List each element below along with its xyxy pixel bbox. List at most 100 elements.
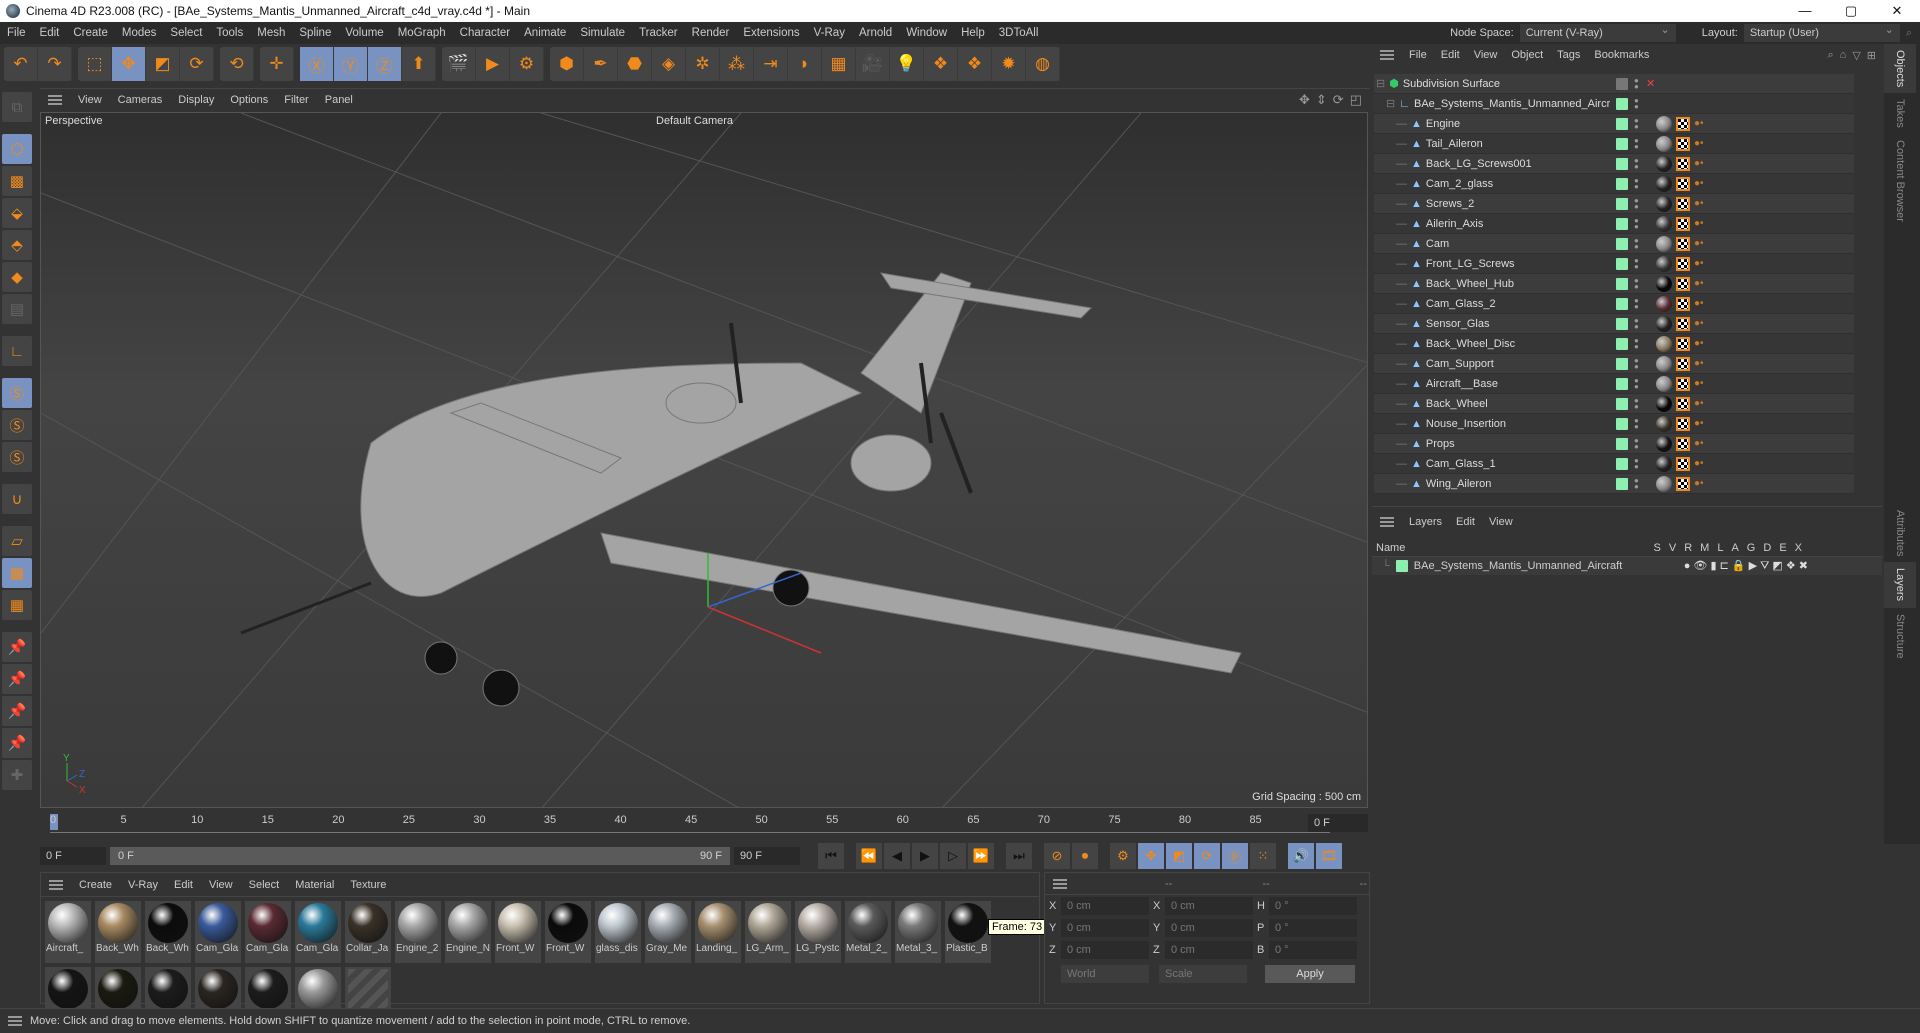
vray-tag-icon[interactable]: ●•: [1694, 138, 1704, 149]
material-tag-icon[interactable]: [1656, 135, 1672, 152]
visibility-dots[interactable]: ● ●: [1634, 96, 1640, 110]
play-icon[interactable]: ▶: [912, 843, 938, 869]
material-tag-icon[interactable]: [1656, 375, 1672, 392]
visibility-dots[interactable]: ● ●: [1634, 76, 1640, 90]
apply-button[interactable]: Apply: [1265, 965, 1355, 983]
size-field[interactable]: 0 cm: [1165, 897, 1253, 915]
points-mode-icon[interactable]: ⬙: [2, 198, 32, 228]
uvw-tag-icon[interactable]: [1676, 336, 1690, 351]
side-tab-attributes[interactable]: Attributes: [1884, 504, 1916, 562]
material-swatch[interactable]: Engine_2: [395, 901, 441, 963]
vray-tag-icon[interactable]: ●•: [1694, 398, 1704, 409]
material-swatch[interactable]: Cam_Gla: [295, 901, 341, 963]
next-key-icon[interactable]: ⏩: [968, 843, 994, 869]
material-tag-icon[interactable]: [1656, 435, 1672, 452]
visibility-dots[interactable]: ● ●: [1634, 296, 1640, 310]
material-swatch[interactable]: Back_Wh: [145, 901, 191, 963]
object-menu-edit[interactable]: Edit: [1434, 49, 1467, 61]
rotation-field[interactable]: 0 °: [1269, 897, 1357, 915]
pin-r-icon[interactable]: 📌: [2, 696, 32, 726]
size-field[interactable]: 0 cm: [1165, 919, 1253, 937]
coordinates-menu-icon[interactable]: [1053, 878, 1067, 889]
layer-color-square[interactable]: [1616, 237, 1628, 250]
material-tag-icon[interactable]: [1656, 355, 1672, 372]
zoom-view-icon[interactable]: ⇕: [1316, 92, 1327, 108]
python2-icon[interactable]: ❖: [958, 47, 992, 81]
status-menu-icon[interactable]: [8, 1015, 22, 1026]
material-tag-icon[interactable]: [1656, 395, 1672, 412]
go-to-end-icon[interactable]: ⏭: [1006, 843, 1032, 869]
deformer-icon[interactable]: ◗: [788, 47, 822, 81]
menu-window[interactable]: Window: [899, 27, 954, 39]
material-tag-icon[interactable]: [1656, 215, 1672, 232]
layer-row[interactable]: └ BAe_Systems_Mantis_Unmanned_Aircraft ●…: [1372, 557, 1882, 575]
material-tag-icon[interactable]: [1656, 235, 1672, 252]
layers-menu-view[interactable]: View: [1482, 516, 1520, 528]
current-frame-field[interactable]: 0 F: [1308, 814, 1368, 832]
settings-gear-icon[interactable]: ✹: [992, 47, 1026, 81]
menu-spline[interactable]: Spline: [292, 27, 338, 39]
material-menu-edit[interactable]: Edit: [166, 879, 201, 891]
object-row[interactable]: — ▲ Nouse_Insertion ● ● ●•: [1374, 414, 1854, 434]
object-menu-icon[interactable]: [1380, 50, 1394, 60]
material-swatch[interactable]: Metal_2_: [845, 901, 891, 963]
material-tag-icon[interactable]: [1656, 175, 1672, 192]
make-editable-icon[interactable]: ⧉: [2, 92, 32, 122]
render-picture-viewer-icon[interactable]: ▶: [476, 47, 510, 81]
floor-icon[interactable]: ▦: [822, 47, 856, 81]
layout-dropdown[interactable]: Startup (User): [1743, 21, 1900, 42]
rotate-icon[interactable]: ⟳: [180, 47, 214, 81]
object-row[interactable]: — ▲ Back_LG_Screws001 ● ● ●•: [1374, 154, 1854, 174]
object-row-root[interactable]: ⊟ ⬢ Subdivision Surface ● ● ✕: [1374, 74, 1854, 94]
uvw-tag-icon[interactable]: [1676, 456, 1690, 471]
scale-icon[interactable]: ◩: [146, 47, 180, 81]
size-field[interactable]: 0 cm: [1165, 941, 1253, 959]
pen-icon[interactable]: ✒: [584, 47, 618, 81]
material-swatch[interactable]: Gray_Me: [645, 901, 691, 963]
object-row[interactable]: — ▲ Front_LG_Screws ● ● ●•: [1374, 254, 1854, 274]
layer-color-square[interactable]: [1616, 257, 1628, 270]
menu-file[interactable]: File: [0, 27, 33, 39]
visibility-dots[interactable]: ● ●: [1634, 416, 1640, 430]
next-frame-icon[interactable]: ▷: [940, 843, 966, 869]
vray-tag-icon[interactable]: ●•: [1694, 438, 1704, 449]
vray-globe-icon[interactable]: ◍: [1026, 47, 1060, 81]
object-menu-object[interactable]: Object: [1504, 49, 1550, 61]
extrude-icon[interactable]: ◈: [652, 47, 686, 81]
uvw-tag-icon[interactable]: [1676, 316, 1690, 331]
object-row[interactable]: — ▲ Cam_2_glass ● ● ●•: [1374, 174, 1854, 194]
rotate-view-icon[interactable]: ⟳: [1333, 92, 1344, 108]
uvw-tag-icon[interactable]: [1676, 476, 1690, 491]
vray-tag-icon[interactable]: ●•: [1694, 278, 1704, 289]
visibility-dots[interactable]: ● ●: [1634, 456, 1640, 470]
menu-animate[interactable]: Animate: [517, 27, 573, 39]
layer-color-square[interactable]: [1616, 197, 1628, 210]
object-row[interactable]: — ▲ Ailerin_Axis ● ● ●•: [1374, 214, 1854, 234]
key-pla-icon[interactable]: ⁙: [1250, 843, 1276, 869]
material-swatch[interactable]: Cam_Gla: [245, 901, 291, 963]
object-row[interactable]: — ▲ Tail_Aileron ● ● ●•: [1374, 134, 1854, 154]
sound-icon[interactable]: 🔊: [1288, 843, 1314, 869]
camera-icon[interactable]: 🎥: [856, 47, 890, 81]
timeline-ruler[interactable]: 051015202530354045505560657075808590 0 F: [40, 810, 1370, 840]
pin-icon[interactable]: 📌: [2, 632, 32, 662]
menu-3dtoall[interactable]: 3DToAll: [992, 27, 1046, 39]
object-row[interactable]: — ▲ Screws_2 ● ● ●•: [1374, 194, 1854, 214]
autokey-icon[interactable]: ⏺: [1072, 843, 1098, 869]
vray-tag-icon[interactable]: ●•: [1694, 358, 1704, 369]
object-row[interactable]: — ▲ Back_Wheel_Hub ● ● ●•: [1374, 274, 1854, 294]
key-rotation-icon[interactable]: ⟳: [1194, 843, 1220, 869]
viewport-camera-name[interactable]: Default Camera: [656, 115, 733, 127]
position-field[interactable]: 0 cm: [1061, 897, 1149, 915]
object-row[interactable]: — ▲ Wing_Aileron ● ● ●•: [1374, 474, 1854, 494]
menu-help[interactable]: Help: [954, 27, 992, 39]
visibility-dots[interactable]: ● ●: [1634, 156, 1640, 170]
render-view-icon[interactable]: 🎬: [442, 47, 476, 81]
object-row[interactable]: — ▲ Back_Wheel ● ● ●•: [1374, 394, 1854, 414]
layers-menu-layers[interactable]: Layers: [1402, 516, 1449, 528]
layer-color-square[interactable]: [1616, 157, 1628, 170]
object-row[interactable]: — ▲ Sensor_Glas ● ● ●•: [1374, 314, 1854, 334]
visibility-dots[interactable]: ● ●: [1634, 236, 1640, 250]
object-menu-view[interactable]: View: [1467, 49, 1505, 61]
side-tab-content-browser[interactable]: Content Browser: [1884, 134, 1916, 228]
